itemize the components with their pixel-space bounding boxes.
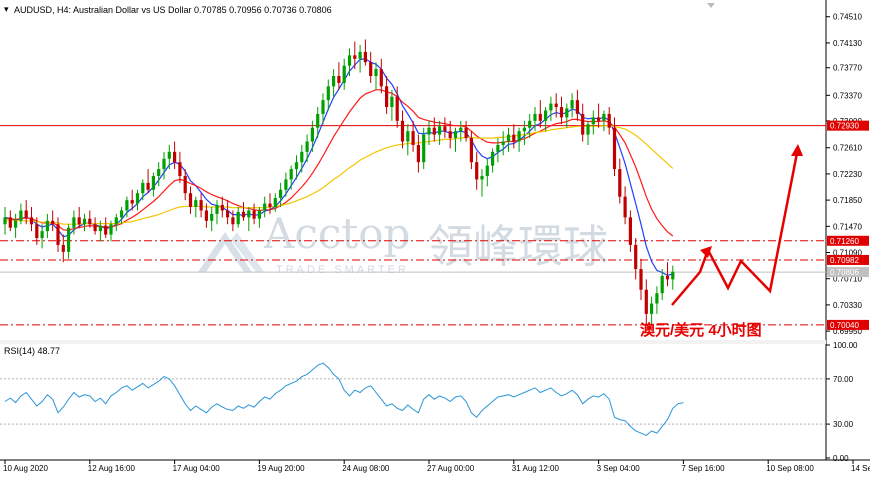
price-level-label: 0.72930 — [827, 120, 869, 131]
time-tick-label: 17 Aug 04:00 — [173, 464, 221, 473]
price-tick-label: 0.72230 — [833, 170, 862, 179]
rsi-title: RSI(14) 48.77 — [4, 346, 60, 356]
chart-title: AUDUSD, H4: Australian Dollar vs US Doll… — [14, 5, 332, 15]
chart-window: Acctop TRADE SMARTER 領峰環球 0.74510 0.74130… — [0, 0, 870, 477]
price-level-value: 0.70806 — [830, 268, 859, 277]
watermark-brand: Acctop — [263, 209, 410, 258]
watermark-tagline: TRADE SMARTER — [276, 264, 409, 276]
price-tick-label: 0.74510 — [833, 13, 862, 22]
chart-canvas: Acctop TRADE SMARTER 領峰環球 0.74510 0.74130… — [0, 0, 870, 477]
chart-annotation: 澳元/美元 4小时图 — [640, 321, 762, 339]
time-tick-label: 19 Aug 20:00 — [257, 464, 305, 473]
price-level-label: 0.70806 — [827, 267, 869, 278]
watermark-chinese: 領峰環球 — [428, 220, 608, 273]
rsi-tick-label: 100.00 — [833, 341, 858, 350]
price-level-value: 0.70040 — [830, 321, 859, 330]
price-level-label: 0.71260 — [827, 235, 869, 246]
panel-separator — [0, 340, 826, 344]
price-tick-label: 0.72610 — [833, 144, 862, 153]
price-tick-label: 0.71470 — [833, 222, 862, 231]
time-tick-label: 3 Sep 04:00 — [597, 464, 641, 473]
rsi-tick-label: 70.00 — [833, 375, 854, 384]
time-tick-label: 27 Aug 00:00 — [427, 464, 475, 473]
time-tick-label: 14 Sep 20:00 — [851, 464, 870, 473]
rsi-tick-label: 0.00 — [833, 454, 849, 463]
time-tick-label: 7 Sep 16:00 — [681, 464, 725, 473]
price-tick-label: 0.73370 — [833, 91, 862, 100]
time-tick-label: 24 Aug 08:00 — [342, 464, 390, 473]
price-level-value: 0.70982 — [830, 256, 859, 265]
price-tick-label: 0.73770 — [833, 64, 862, 73]
price-tick-label: 0.70330 — [833, 301, 862, 310]
time-tick-label: 10 Sep 08:00 — [766, 464, 814, 473]
chart-title-marker-icon: ▾ — [4, 4, 9, 14]
price-level-label: 0.70040 — [827, 319, 869, 330]
rsi-tick-label: 30.00 — [833, 420, 854, 429]
price-level-value: 0.72930 — [830, 122, 859, 131]
price-tick-label: 0.74130 — [833, 39, 862, 48]
time-tick-label: 10 Aug 2020 — [3, 464, 48, 473]
time-tick-label: 31 Aug 12:00 — [512, 464, 560, 473]
time-tick-label: 12 Aug 16:00 — [88, 464, 136, 473]
price-level-value: 0.71260 — [830, 237, 859, 246]
price-tick-label: 0.71850 — [833, 196, 862, 205]
price-level-label: 0.70982 — [827, 254, 869, 265]
